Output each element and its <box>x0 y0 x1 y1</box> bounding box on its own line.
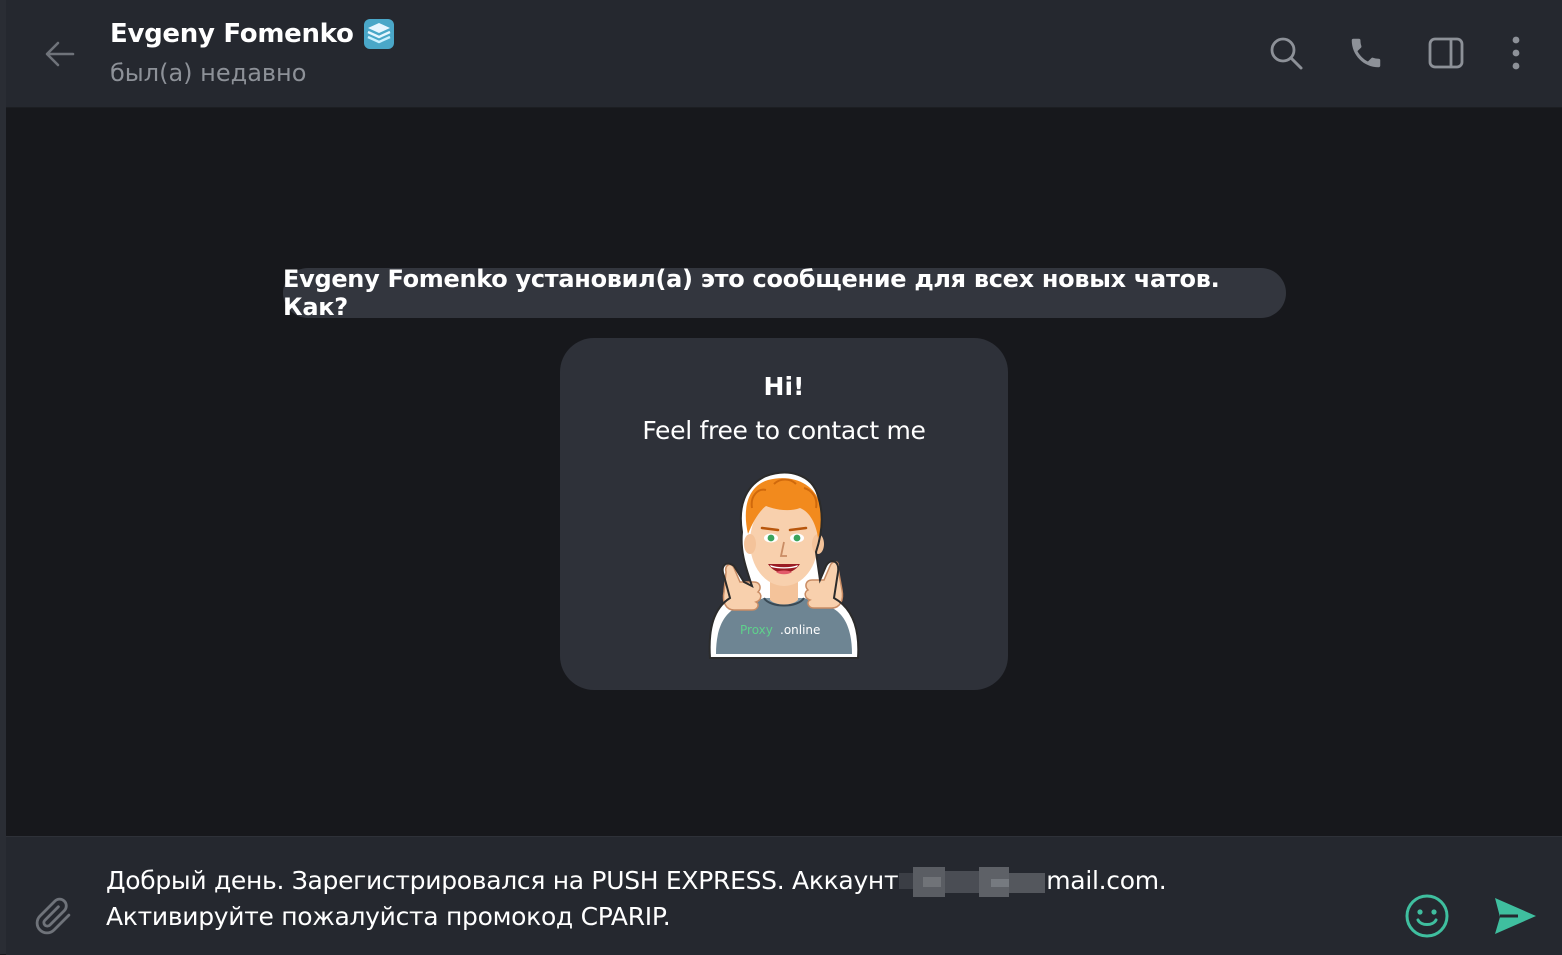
messages-area[interactable]: Evgeny Fomenko установил(а) это сообщени… <box>6 108 1562 835</box>
message-input[interactable]: Добрый день. Зарегистрировался на PUSH E… <box>106 863 1336 935</box>
sidebar-toggle-icon <box>1428 37 1464 69</box>
service-message[interactable]: Evgeny Fomenko установил(а) это сообщени… <box>283 265 1286 321</box>
emoji-icon <box>1405 894 1449 938</box>
paperclip-icon <box>35 897 71 935</box>
greeting-sticker[interactable]: Proxy .online <box>704 468 864 664</box>
redacted-email <box>899 867 1046 897</box>
premium-badge-icon <box>363 19 394 49</box>
chat-title-block[interactable]: Evgeny Fomenko был(а) недавно <box>110 16 394 90</box>
greeting-title: Hi! <box>763 372 805 401</box>
svg-text:.online: .online <box>780 623 820 637</box>
chat-header: Evgeny Fomenko был(а) недавно <box>6 0 1562 108</box>
back-button[interactable] <box>40 34 80 74</box>
call-button[interactable] <box>1346 33 1386 73</box>
chat-status: был(а) недавно <box>110 59 307 87</box>
svg-text:Proxy: Proxy <box>740 623 773 637</box>
phone-icon <box>1351 38 1381 68</box>
message-composer: Добрый день. Зарегистрировался на PUSH E… <box>6 836 1562 955</box>
send-icon <box>1495 898 1536 934</box>
send-button[interactable] <box>1490 891 1540 941</box>
sidebar-toggle-button[interactable] <box>1426 33 1466 73</box>
more-vertical-icon <box>1512 36 1520 70</box>
more-button[interactable] <box>1496 33 1536 73</box>
message-text-part-1: Добрый день. Зарегистрировался на PUSH E… <box>106 866 899 895</box>
chat-name: Evgeny Fomenko <box>110 19 354 49</box>
search-button[interactable] <box>1266 33 1306 73</box>
emoji-button[interactable] <box>1403 892 1451 940</box>
greeting-text: Feel free to contact me <box>642 416 926 445</box>
search-icon <box>1270 37 1303 70</box>
arrow-left-icon <box>45 41 75 67</box>
greeting-card: Hi! Feel free to contact me Proxy .onlin… <box>560 338 1008 690</box>
attach-button[interactable] <box>32 894 76 938</box>
